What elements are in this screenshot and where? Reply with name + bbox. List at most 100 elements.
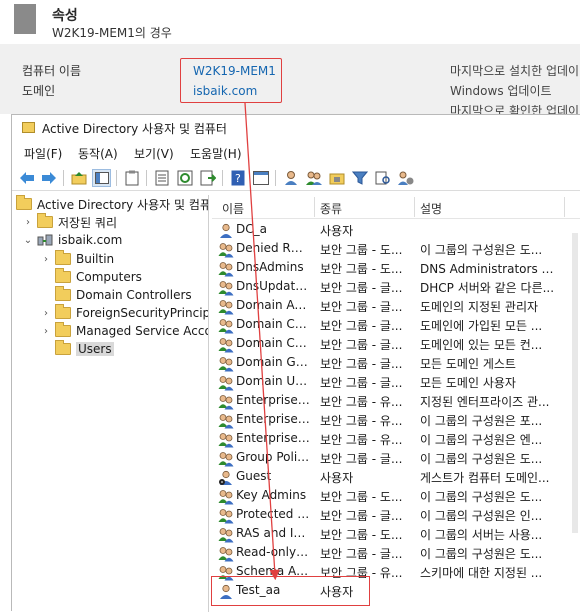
system-icon bbox=[14, 4, 36, 34]
user-icon bbox=[218, 223, 234, 239]
back-arrow-icon[interactable] bbox=[17, 169, 36, 187]
row-type: 보안 그룹 - 글... bbox=[320, 338, 403, 352]
tree-domain-controllers[interactable]: Domain Controllers bbox=[40, 286, 192, 304]
group-icon bbox=[218, 451, 234, 467]
tree-domain[interactable]: ⌄ isbaik.com bbox=[22, 231, 123, 249]
menu-help[interactable]: 도움말(H) bbox=[190, 145, 242, 162]
tree-managed-service[interactable]: › Managed Service Accou bbox=[40, 322, 208, 340]
row-type: 보안 그룹 - 도... bbox=[320, 528, 403, 542]
vertical-scrollbar[interactable] bbox=[569, 219, 580, 612]
row-name: DnsUpdateP... bbox=[236, 279, 310, 293]
chevron-right-icon[interactable]: › bbox=[40, 254, 52, 265]
up-folder-icon[interactable] bbox=[69, 169, 88, 187]
export-list-icon[interactable] bbox=[198, 169, 217, 187]
column-header-desc[interactable]: 설명 bbox=[420, 200, 442, 217]
clipboard-icon[interactable] bbox=[122, 169, 141, 187]
row-type: 사용자 bbox=[320, 471, 354, 485]
row-name: Domain Ad... bbox=[236, 298, 310, 312]
list-row[interactable]: Domain Co... 보안 그룹 - 글... 도메인에 있는 모든 컨... bbox=[212, 336, 580, 355]
scrollbar-thumb[interactable] bbox=[572, 233, 578, 533]
list-row[interactable]: Enterprise A... 보안 그룹 - 유... 지정된 엔터프라이즈 관.… bbox=[212, 393, 580, 412]
chevron-right-icon[interactable]: › bbox=[40, 308, 52, 319]
list-row[interactable]: DC_a 사용자 bbox=[212, 222, 580, 241]
row-name: DC_a bbox=[236, 222, 267, 236]
chevron-down-icon[interactable]: ⌄ bbox=[22, 235, 34, 246]
tree-builtin[interactable]: › Builtin bbox=[40, 250, 114, 268]
list-row[interactable]: Domain Ad... 보안 그룹 - 글... 도메인의 지정된 관리자 bbox=[212, 298, 580, 317]
row-name: Denied ROD... bbox=[236, 241, 310, 255]
row-description: DNS Administrators 그룹 bbox=[420, 262, 560, 276]
list-row[interactable]: Denied ROD... 보안 그룹 - 도... 이 그룹의 구성원은 도... bbox=[212, 241, 580, 260]
row-name: Read-only D... bbox=[236, 545, 310, 559]
list-row[interactable]: Enterprise R... 보안 그룹 - 유... 이 그룹의 구성원은 엔.… bbox=[212, 431, 580, 450]
menu-view[interactable]: 보기(V) bbox=[134, 145, 174, 162]
new-group-icon[interactable] bbox=[304, 169, 323, 187]
group-icon bbox=[218, 413, 234, 429]
column-header-type[interactable]: 종류 bbox=[320, 200, 342, 217]
list-row[interactable]: DnsUpdateP... 보안 그룹 - 글... DHCP 서버와 같은 다른.… bbox=[212, 279, 580, 298]
row-type: 보안 그룹 - 유... bbox=[320, 395, 403, 409]
folder-icon bbox=[37, 213, 53, 228]
menu-action[interactable]: 동작(A) bbox=[78, 145, 118, 162]
console-tree-icon[interactable] bbox=[251, 169, 270, 187]
folder-icon bbox=[55, 250, 71, 265]
show-hide-tree-icon[interactable] bbox=[92, 169, 111, 187]
row-name: RAS and IA... bbox=[236, 526, 310, 540]
aduc-window: Active Directory 사용자 및 컴퓨터 파일(F) 동작(A) 보… bbox=[11, 114, 580, 612]
properties-icon[interactable] bbox=[152, 169, 171, 187]
list-row[interactable]: Domain Users 보안 그룹 - 글... 모든 도메인 사용자 bbox=[212, 374, 580, 393]
new-ou-icon[interactable] bbox=[327, 169, 346, 187]
list-row[interactable]: Domain Gu... 보안 그룹 - 글... 모든 도메인 게스트 bbox=[212, 355, 580, 374]
tree-saved-queries[interactable]: › 저장된 쿼리 bbox=[22, 213, 117, 231]
new-user-icon[interactable] bbox=[281, 169, 300, 187]
list-row[interactable]: Protected U... 보안 그룹 - 글... 이 그룹의 구성원은 인..… bbox=[212, 507, 580, 526]
annotation-box-computer-info: W2K19-MEM1 isbaik.com bbox=[180, 58, 282, 103]
chevron-right-icon[interactable]: › bbox=[40, 326, 52, 337]
row-type: 보안 그룹 - 도... bbox=[320, 490, 403, 504]
chevron-right-icon[interactable]: › bbox=[22, 217, 34, 228]
list-row[interactable]: Group Polic... 보안 그룹 - 글... 이 그룹의 구성원은 도..… bbox=[212, 450, 580, 469]
row-name: Domain Co... bbox=[236, 336, 310, 350]
properties-subtitle: W2K19-MEM1의 경우 bbox=[52, 26, 172, 40]
group-icon bbox=[218, 508, 234, 524]
annotation-box-test-user bbox=[211, 576, 370, 606]
row-description: 스키마에 대한 지정된 ... bbox=[420, 566, 543, 580]
windows-update-label[interactable]: Windows 업데이트 bbox=[450, 82, 552, 99]
row-type: 보안 그룹 - 도... bbox=[320, 262, 403, 276]
refresh-icon[interactable] bbox=[175, 169, 194, 187]
domain-value[interactable]: isbaik.com bbox=[193, 84, 257, 98]
menu-file[interactable]: 파일(F) bbox=[24, 145, 62, 162]
row-type: 사용자 bbox=[320, 224, 354, 238]
list-row[interactable]: Guest 사용자 게스트가 컴퓨터 도메인... bbox=[212, 469, 580, 488]
row-description: 이 그룹의 구성원은 포... bbox=[420, 414, 543, 428]
row-description: 도메인에 있는 모든 컨... bbox=[420, 338, 543, 352]
list-row[interactable]: DnsAdmins 보안 그룹 - 도... DNS Administrators … bbox=[212, 260, 580, 279]
add-to-group-icon[interactable] bbox=[396, 169, 415, 187]
filter-icon[interactable] bbox=[350, 169, 369, 187]
tree-root[interactable]: Active Directory 사용자 및 컴퓨터 bbox=[16, 195, 208, 213]
row-name: Group Polic... bbox=[236, 450, 310, 464]
group-icon bbox=[218, 394, 234, 410]
list-row[interactable]: Read-only D... 보안 그룹 - 글... 이 그룹의 구성원은 도..… bbox=[212, 545, 580, 564]
group-icon bbox=[218, 527, 234, 543]
list-row[interactable]: Enterprise K... 보안 그룹 - 유... 이 그룹의 구성원은 포.… bbox=[212, 412, 580, 431]
list-row[interactable]: RAS and IA... 보안 그룹 - 도... 이 그룹의 서버는 사용... bbox=[212, 526, 580, 545]
properties-header: 속성 W2K19-MEM1의 경우 bbox=[0, 0, 580, 44]
tree-users[interactable]: Users bbox=[40, 340, 114, 358]
list-row[interactable]: Domain Co... 보안 그룹 - 글... 도메인에 가입된 모든 ... bbox=[212, 317, 580, 336]
aduc-window-title: Active Directory 사용자 및 컴퓨터 bbox=[42, 122, 227, 136]
computer-name-value[interactable]: W2K19-MEM1 bbox=[193, 64, 276, 78]
column-header-name[interactable]: 이름 bbox=[222, 200, 244, 217]
tree-computers[interactable]: Computers bbox=[40, 268, 142, 286]
find-icon[interactable] bbox=[373, 169, 392, 187]
domain-label: 도메인 bbox=[22, 84, 56, 98]
help-icon[interactable]: ? bbox=[228, 169, 247, 187]
tree-foreign-security[interactable]: › ForeignSecurityPrincipal bbox=[40, 304, 208, 322]
result-list: 이름 종류 설명 DC_a 사용자 Denied ROD... 보안 그룹 - 도..… bbox=[212, 195, 580, 612]
properties-title: 속성 bbox=[52, 8, 78, 24]
list-row[interactable]: Key Admins 보안 그룹 - 도... 이 그룹의 구성원은 도... bbox=[212, 488, 580, 507]
folder-icon bbox=[55, 340, 71, 355]
user-icon bbox=[218, 470, 234, 486]
forward-arrow-icon[interactable] bbox=[39, 169, 58, 187]
row-type: 보안 그룹 - 글... bbox=[320, 509, 403, 523]
